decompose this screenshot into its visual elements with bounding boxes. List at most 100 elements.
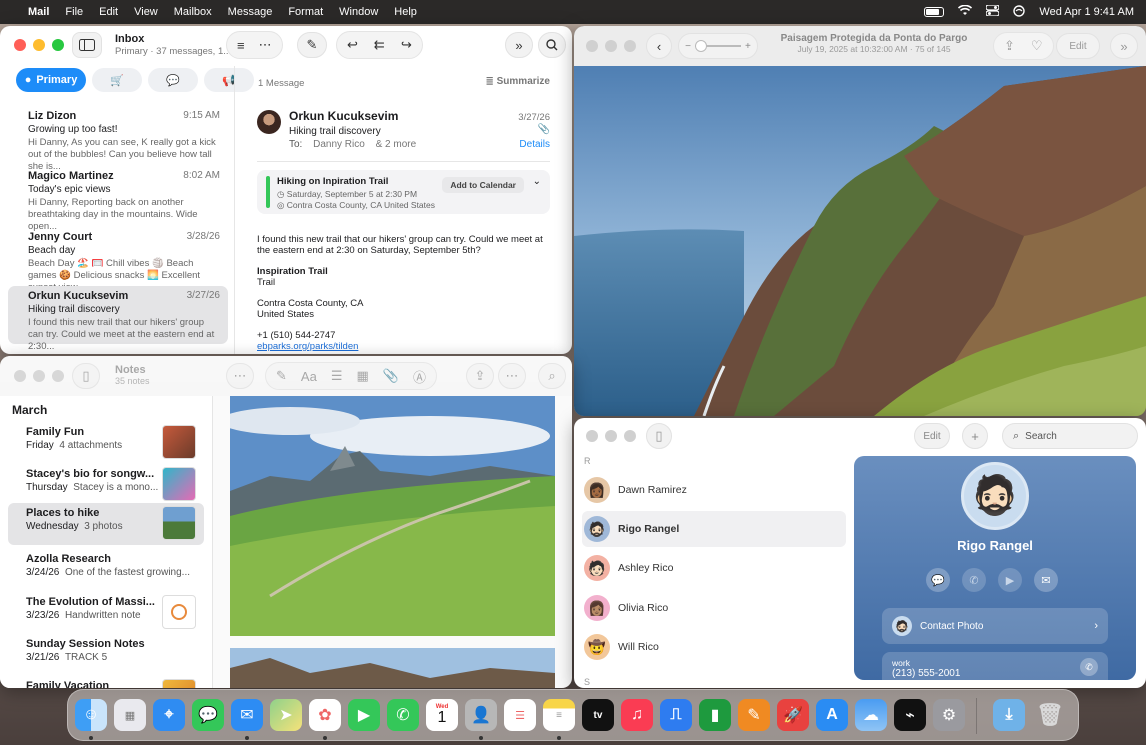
sender-name[interactable]: Orkun Kucuksevim bbox=[289, 109, 398, 123]
trash-icon[interactable]: 🗑 bbox=[1034, 699, 1066, 731]
more-actions-button[interactable]: » bbox=[1110, 33, 1138, 59]
messages-icon[interactable]: 💬 bbox=[192, 699, 224, 731]
heart-icon[interactable]: ♡ bbox=[1031, 38, 1043, 54]
phone-icon[interactable]: ✆ bbox=[1080, 658, 1098, 676]
share-button[interactable]: ⇪ bbox=[466, 363, 494, 389]
contact-item[interactable]: 👩🏾 Dawn Ramirez bbox=[582, 472, 846, 508]
recipient[interactable]: Danny Rico bbox=[313, 139, 365, 150]
finder-icon[interactable]: ☺ bbox=[75, 699, 107, 731]
contact-item[interactable]: 👩🏽 Olivia Rico bbox=[582, 590, 846, 626]
more-recipients[interactable]: & 2 more bbox=[376, 139, 417, 150]
battery-icon[interactable] bbox=[924, 7, 945, 17]
app-menu[interactable]: Mail bbox=[28, 6, 49, 18]
summarize-button[interactable]: ≣ Summarize bbox=[485, 76, 550, 87]
checklist-icon[interactable]: ☰ bbox=[331, 368, 343, 384]
compose-button[interactable]: ✎ bbox=[297, 32, 327, 58]
message-item-selected[interactable]: Orkun Kucuksevim 3/27/26 Hiking trail dis… bbox=[8, 286, 228, 352]
downloads-folder-icon[interactable]: ⤓ bbox=[993, 699, 1025, 731]
table-icon[interactable]: ▦ bbox=[356, 368, 368, 384]
zoom-knob[interactable] bbox=[695, 40, 707, 52]
edit-button[interactable]: Edit bbox=[1056, 33, 1100, 59]
notes-icon[interactable]: ≡ bbox=[543, 699, 575, 731]
photos-icon[interactable]: ✿ bbox=[309, 699, 341, 731]
maps-icon[interactable]: ➤ bbox=[270, 699, 302, 731]
rocket-icon[interactable]: 🚀 bbox=[777, 699, 809, 731]
attachment-icon[interactable]: 📎 bbox=[383, 368, 399, 384]
minimize-button[interactable] bbox=[33, 39, 45, 51]
note-item[interactable]: Azolla Research 3/24/26 One of the faste… bbox=[8, 549, 204, 591]
menu-clock[interactable]: Wed Apr 1 9:41 AM bbox=[1039, 6, 1134, 18]
menu-format[interactable]: Format bbox=[288, 6, 323, 18]
more-actions-button[interactable]: ⋯ bbox=[498, 363, 526, 389]
sidebar-toggle-button[interactable]: ▯ bbox=[646, 423, 672, 449]
minimize-button[interactable] bbox=[605, 430, 617, 442]
note-item-selected[interactable]: Places to hike Wednesday 3 photos bbox=[8, 503, 204, 545]
compose-icon[interactable]: ✎ bbox=[276, 368, 287, 384]
sidebar-toggle-button[interactable] bbox=[72, 32, 102, 58]
park-link[interactable]: ebparks.org/parks/tilden bbox=[257, 341, 554, 352]
menu-file[interactable]: File bbox=[65, 6, 83, 18]
contacts-icon[interactable]: 👤 bbox=[465, 699, 497, 731]
music-icon[interactable]: ♫ bbox=[621, 699, 653, 731]
search-button[interactable]: ⌕ bbox=[538, 363, 566, 389]
filter-primary[interactable]: ● Primary bbox=[16, 68, 86, 92]
filter-updates[interactable]: 💬 bbox=[148, 68, 198, 92]
filter-icon[interactable]: ≡ bbox=[237, 38, 245, 53]
menu-edit[interactable]: Edit bbox=[99, 6, 118, 18]
phone-icon[interactable]: ✆ bbox=[387, 699, 419, 731]
menu-view[interactable]: View bbox=[134, 6, 158, 18]
contact-item-selected[interactable]: 🧔🏻 Rigo Rangel bbox=[582, 511, 846, 547]
safari-icon[interactable]: ⌖ bbox=[153, 699, 185, 731]
video-button[interactable]: ▶ bbox=[998, 568, 1022, 592]
app-store-icon[interactable]: A bbox=[816, 699, 848, 731]
reply-icon[interactable]: ↩ bbox=[347, 37, 358, 53]
weather-icon[interactable]: ☁ bbox=[855, 699, 887, 731]
contact-photo-row[interactable]: 🧔🏻 Contact Photo › bbox=[882, 608, 1108, 644]
mail-button[interactable]: ✉ bbox=[1034, 568, 1058, 592]
note-item[interactable]: Family Fun Friday 4 attachments bbox=[8, 422, 204, 464]
reply-all-icon[interactable]: ⇇ bbox=[374, 37, 385, 53]
text-format-icon[interactable]: Aa bbox=[301, 369, 317, 384]
close-button[interactable] bbox=[14, 39, 26, 51]
control-center-icon[interactable] bbox=[985, 4, 1001, 19]
close-button[interactable] bbox=[14, 370, 26, 382]
mail-icon[interactable]: ✉ bbox=[231, 699, 263, 731]
zoom-slider[interactable]: − + bbox=[678, 33, 758, 59]
note-item[interactable]: The Evolution of Massi... 3/23/26 Handwr… bbox=[8, 592, 204, 634]
more-button[interactable]: ⋯ bbox=[226, 363, 254, 389]
search-button[interactable] bbox=[538, 32, 566, 58]
details-link[interactable]: Details bbox=[519, 139, 550, 150]
menu-help[interactable]: Help bbox=[394, 6, 417, 18]
zoom-button[interactable] bbox=[52, 39, 64, 51]
zoom-button[interactable] bbox=[52, 370, 64, 382]
forward-icon[interactable]: ↪ bbox=[401, 37, 412, 53]
more-actions-button[interactable]: » bbox=[505, 32, 533, 58]
numbers-icon[interactable]: ▮ bbox=[699, 699, 731, 731]
chevron-down-icon[interactable]: ⌄ bbox=[533, 176, 541, 187]
close-button[interactable] bbox=[586, 430, 598, 442]
share-icon[interactable]: ⇪ bbox=[1004, 38, 1015, 54]
phone-number[interactable]: +1 (510) 544-2747 bbox=[257, 330, 554, 341]
minimize-button[interactable] bbox=[605, 40, 617, 52]
menu-message[interactable]: Message bbox=[228, 6, 273, 18]
back-button[interactable]: ‹ bbox=[646, 33, 672, 59]
stocks-icon[interactable]: ⌁ bbox=[894, 699, 926, 731]
menu-window[interactable]: Window bbox=[339, 6, 378, 18]
zoom-button[interactable] bbox=[624, 430, 636, 442]
search-field[interactable]: ⌕ Search bbox=[1002, 423, 1138, 449]
reminders-icon[interactable]: ☰ bbox=[504, 699, 536, 731]
wifi-icon[interactable] bbox=[958, 4, 973, 19]
phone-row[interactable]: work (213) 555-2001 ✆ bbox=[882, 652, 1108, 686]
system-settings-icon[interactable]: ⚙ bbox=[933, 699, 965, 731]
note-item[interactable]: Stacey's bio for songw... Thursday Stace… bbox=[8, 464, 204, 506]
minimize-button[interactable] bbox=[33, 370, 45, 382]
note-item[interactable]: Sunday Session Notes 3/21/26 TRACK 5 bbox=[8, 634, 204, 676]
edit-button[interactable]: Edit bbox=[914, 423, 950, 449]
keynote-icon[interactable]: ⎍ bbox=[660, 699, 692, 731]
contact-item[interactable]: 🧑🏻 Ashley Rico bbox=[582, 550, 846, 586]
pages-icon[interactable]: ✎ bbox=[738, 699, 770, 731]
note-item[interactable]: Family Vacation bbox=[8, 676, 204, 688]
add-to-calendar-button[interactable]: Add to Calendar bbox=[442, 177, 524, 193]
zoom-button[interactable] bbox=[624, 40, 636, 52]
facetime-icon[interactable]: ▶ bbox=[348, 699, 380, 731]
